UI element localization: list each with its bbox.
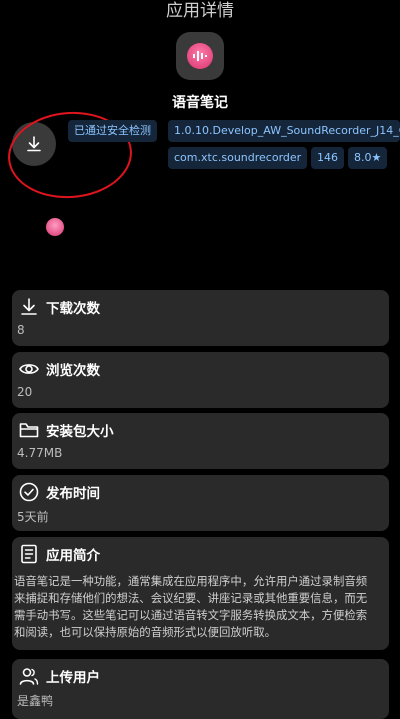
page-title: 应用详情 <box>166 1 234 21</box>
rating-tag: 8.0★ <box>348 147 388 169</box>
intro-text: 语音笔记是一种功能，通常集成在应用程序中，允许用户通过录制音频 来捕捉和存储他们… <box>14 574 368 639</box>
download-icon <box>21 298 37 315</box>
uploader-value[interactable]: 是鑫鸭 <box>17 692 53 709</box>
check-circle-icon <box>19 482 39 502</box>
soundwave-icon <box>187 43 213 69</box>
downloads-label: 下载次数 <box>46 301 100 317</box>
intro-label: 应用简介 <box>46 548 100 564</box>
views-card: 浏览次数 20 <box>12 352 389 408</box>
size-card: 安装包大小 4.77MB <box>12 413 389 469</box>
size-label: 安装包大小 <box>46 424 114 440</box>
security-badge: 已通过安全检测 <box>68 120 157 142</box>
eye-icon <box>19 364 39 374</box>
count-tag: 146 <box>311 147 344 169</box>
app-name: 语音笔记 <box>172 95 228 111</box>
version-tag: 1.0.10.Develop_AW_SoundRecorder_J14_Gb <box>168 120 400 142</box>
app-icon <box>176 32 224 80</box>
published-card: 发布时间 5天前 <box>12 475 389 531</box>
views-value: 20 <box>17 385 33 399</box>
size-value: 4.77MB <box>17 446 63 460</box>
intro-card: 应用简介 语音笔记是一种功能，通常集成在应用程序中，允许用户通过录制音频 来捕捉… <box>12 537 389 650</box>
document-icon <box>21 544 37 564</box>
downloads-card: 下载次数 8 <box>12 290 389 346</box>
app-thumbnail-label <box>40 238 72 240</box>
app-thumbnail-icon <box>46 218 64 236</box>
uploader-label: 上传用户 <box>46 670 100 686</box>
users-icon <box>19 668 39 685</box>
downloads-value: 8 <box>17 323 25 337</box>
published-label: 发布时间 <box>46 486 100 502</box>
folder-icon <box>19 423 39 438</box>
views-label: 浏览次数 <box>46 363 100 379</box>
uploader-card: 上传用户 是鑫鸭 <box>12 659 389 719</box>
published-value: 5天前 <box>17 510 49 524</box>
package-tag: com.xtc.soundrecorder <box>168 147 308 169</box>
